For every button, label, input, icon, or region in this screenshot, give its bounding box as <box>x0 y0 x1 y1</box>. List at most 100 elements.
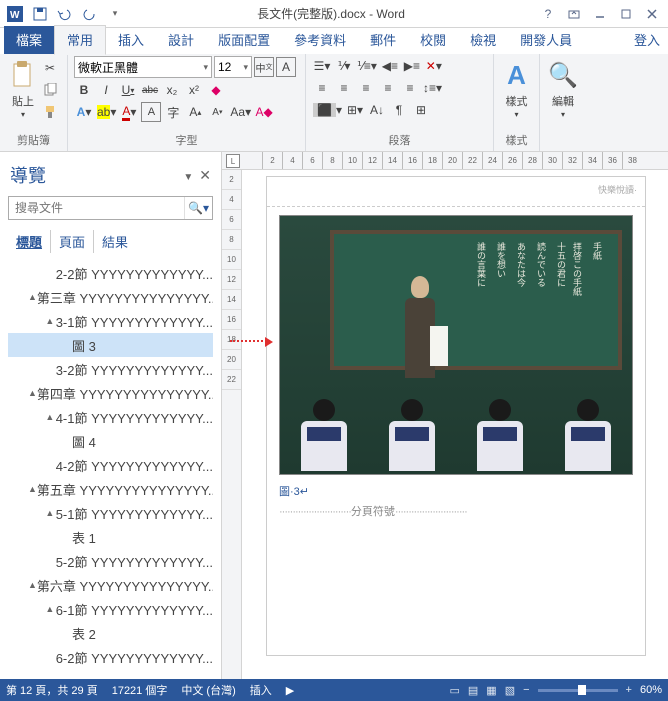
char-shading-icon[interactable]: A <box>141 102 161 122</box>
status-page[interactable]: 第 12 頁，共 29 頁 <box>6 682 98 698</box>
cut-icon[interactable]: ✂ <box>40 58 60 78</box>
asian-layout-icon[interactable]: ✕▾ <box>424 56 444 76</box>
font-color-icon[interactable]: A▾ <box>119 102 139 122</box>
nav-tree-item[interactable]: 表 2 <box>8 621 213 645</box>
navtab-results[interactable]: 結果 <box>94 230 136 253</box>
nav-tree-item[interactable]: ▲第三章 YYYYYYYYYYYYYYY... <box>8 285 213 309</box>
bullets-icon[interactable]: ☰▾ <box>312 56 332 76</box>
font-size-combo[interactable]: 12▾ <box>214 56 252 78</box>
tab-file[interactable]: 檔案 <box>4 26 54 54</box>
close-icon[interactable] <box>640 3 664 25</box>
status-word-count[interactable]: 17221 個字 <box>112 682 168 698</box>
zoom-slider[interactable] <box>538 689 618 692</box>
snap-grid-icon[interactable]: ⊞ <box>411 100 431 120</box>
grow-font-icon[interactable]: A▴ <box>185 102 205 122</box>
navtab-pages[interactable]: 頁面 <box>51 230 94 253</box>
numbering-icon[interactable]: ⅟▾ <box>334 56 354 76</box>
save-icon[interactable] <box>29 3 51 25</box>
nav-tree-item[interactable]: ▲第五章 YYYYYYYYYYYYYYY... <box>8 477 213 501</box>
tab-home[interactable]: 常用 <box>54 25 106 55</box>
status-insert-mode[interactable]: 插入 <box>250 682 272 698</box>
nav-tree-item[interactable]: 圖 3 <box>8 333 213 357</box>
undo-icon[interactable] <box>54 3 76 25</box>
show-marks-icon[interactable]: ¶ <box>389 100 409 120</box>
subscript-button[interactable]: x₂ <box>162 80 182 100</box>
enclose-char-icon[interactable]: 字 <box>163 102 183 122</box>
tab-selector-icon[interactable]: L <box>226 154 240 168</box>
distribute-icon[interactable]: ≡ <box>400 78 420 98</box>
maximize-icon[interactable] <box>614 3 638 25</box>
document-body[interactable]: 快樂悅讀· 手紙 拝啓この手紙 十五の君に 読んでいる あなたは今 誰を想い 誰… <box>242 170 668 679</box>
word-app-icon[interactable]: W <box>4 3 26 25</box>
underline-button[interactable]: U▾ <box>118 80 138 100</box>
zoom-out-button[interactable]: − <box>523 684 529 696</box>
nav-tree-item[interactable]: 4-2節 YYYYYYYYYYYYY... <box>8 453 213 477</box>
align-center-icon[interactable]: ≡ <box>334 78 354 98</box>
justify-icon[interactable]: ≡ <box>378 78 398 98</box>
nav-tree-item[interactable]: ▲第七章 YYYYYYYYYYYYYYY... <box>8 669 213 675</box>
copy-icon[interactable] <box>40 80 60 100</box>
align-left-icon[interactable]: ≡ <box>312 78 332 98</box>
redo-icon[interactable] <box>79 3 101 25</box>
search-input[interactable] <box>9 197 184 219</box>
superscript-button[interactable]: x² <box>184 80 204 100</box>
nav-tree-item[interactable]: 表 1 <box>8 525 213 549</box>
tab-layout[interactable]: 版面配置 <box>206 26 282 54</box>
navtab-headings[interactable]: 標題 <box>8 230 51 253</box>
horizontal-ruler[interactable]: L 2468101214161820222426283032343638 <box>222 152 668 170</box>
strike-button[interactable]: abc <box>140 80 160 100</box>
nav-tree-item[interactable]: ▲3-1節 YYYYYYYYYYYYY... <box>8 309 213 333</box>
nav-tree-item[interactable]: 3-2節 YYYYYYYYYYYYY... <box>8 357 213 381</box>
multilevel-icon[interactable]: ⅟≡▾ <box>356 56 378 76</box>
nav-tree-item[interactable]: ▲第四章 YYYYYYYYYYYYYYY... <box>8 381 213 405</box>
web-layout-icon[interactable]: ▦ <box>486 684 496 697</box>
tab-view[interactable]: 檢視 <box>458 26 508 54</box>
format-painter-icon[interactable] <box>40 102 60 122</box>
styles-button[interactable]: A樣式▾ <box>500 56 533 121</box>
highlight-icon[interactable]: ab▾ <box>96 102 117 122</box>
nav-search[interactable]: 🔍▾ <box>8 196 213 220</box>
line-spacing-icon[interactable]: ↕≡▾ <box>422 78 443 98</box>
signin-link[interactable]: 登入 <box>622 26 668 54</box>
text-effects-icon[interactable]: A▾ <box>74 102 94 122</box>
decrease-indent-icon[interactable]: ◀≡ <box>380 56 400 76</box>
clear-format-icon[interactable]: ◆ <box>206 80 226 100</box>
read-mode-icon[interactable]: ▭ <box>449 684 459 697</box>
nav-tree-item[interactable]: ▲4-1節 YYYYYYYYYYYYY... <box>8 405 213 429</box>
sort-icon[interactable]: A↓ <box>367 100 387 120</box>
tab-developer[interactable]: 開發人員 <box>508 26 584 54</box>
shading-icon[interactable]: ⬛▾ <box>312 100 343 120</box>
nav-tree-item[interactable]: 圖 4 <box>8 429 213 453</box>
nav-close-icon[interactable]: ✕ <box>199 167 211 183</box>
nav-tree-item[interactable]: 5-2節 YYYYYYYYYYYYY... <box>8 549 213 573</box>
tab-design[interactable]: 設計 <box>156 26 206 54</box>
italic-button[interactable]: I <box>96 80 116 100</box>
zoom-level[interactable]: 60% <box>640 684 662 696</box>
font-family-combo[interactable]: 微軟正黑體▾ <box>74 56 212 78</box>
nav-tree-item[interactable]: ▲5-1節 YYYYYYYYYYYYY... <box>8 501 213 525</box>
outline-icon[interactable]: ▧ <box>505 684 515 697</box>
change-case-icon[interactable]: Aa▾ <box>229 102 252 122</box>
status-macro-icon[interactable]: ▶ <box>286 684 294 697</box>
help-icon[interactable]: ? <box>536 3 560 25</box>
shrink-font-icon[interactable]: A▾ <box>207 102 227 122</box>
tab-review[interactable]: 校閱 <box>408 26 458 54</box>
zoom-in-button[interactable]: + <box>626 684 632 696</box>
tab-insert[interactable]: 插入 <box>106 26 156 54</box>
nav-tree-item[interactable]: 2-2節 YYYYYYYYYYYYY... <box>8 261 213 285</box>
nav-tree-item[interactable]: 6-2節 YYYYYYYYYYYYY... <box>8 645 213 669</box>
nav-tree-item[interactable]: ▲第六章 YYYYYYYYYYYYYYY... <box>8 573 213 597</box>
phonetic-guide-icon[interactable]: 中文 <box>254 57 274 77</box>
borders-icon[interactable]: ⊞▾ <box>345 100 365 120</box>
vertical-ruler[interactable]: 246810121416182022 <box>222 170 242 679</box>
align-right-icon[interactable]: ≡ <box>356 78 376 98</box>
minimize-icon[interactable] <box>588 3 612 25</box>
char-border-icon[interactable]: A <box>276 57 296 77</box>
search-icon[interactable]: 🔍▾ <box>184 197 212 219</box>
nav-menu-icon[interactable]: ▼ <box>183 172 193 183</box>
tab-references[interactable]: 參考資料 <box>282 26 358 54</box>
tab-mailings[interactable]: 郵件 <box>358 26 408 54</box>
nav-tree-item[interactable]: ▲6-1節 YYYYYYYYYYYYY... <box>8 597 213 621</box>
paste-button[interactable]: 貼上▾ <box>6 56 40 122</box>
status-language[interactable]: 中文 (台灣) <box>181 682 235 698</box>
